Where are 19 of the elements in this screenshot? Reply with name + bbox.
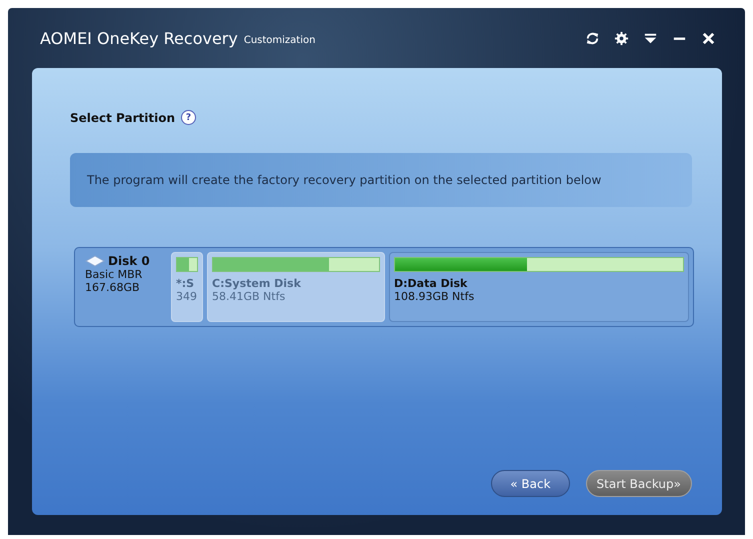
partition-name: C:System Disk <box>212 277 302 290</box>
refresh-icon[interactable] <box>585 30 600 46</box>
close-icon[interactable] <box>701 30 716 46</box>
window-title: AOMEI OneKey Recovery <box>40 28 238 48</box>
partition-name: *:S <box>176 277 196 290</box>
partition-size: 349 <box>176 290 198 303</box>
partition-size: 108.93GB Ntfs <box>394 290 476 303</box>
window-subtitle: Customization <box>244 35 316 46</box>
settings-icon[interactable] <box>614 30 629 46</box>
help-icon[interactable]: ? <box>181 110 196 125</box>
section-heading: Select Partition <box>70 110 176 124</box>
disk-name: Disk 0 <box>108 254 150 268</box>
disk-size: 167.68GB <box>85 281 141 294</box>
partition-size: 58.41GB Ntfs <box>212 290 286 303</box>
partition-name: D:Data Disk <box>394 277 468 290</box>
back-button[interactable]: « Back <box>491 470 570 497</box>
partition-block[interactable]: D:Data Disk 108.93GB Ntfs <box>389 252 689 322</box>
info-text: The program will create the factory recovery partition on the selected partition below <box>87 173 602 187</box>
disk-type: Basic MBR <box>85 268 144 281</box>
